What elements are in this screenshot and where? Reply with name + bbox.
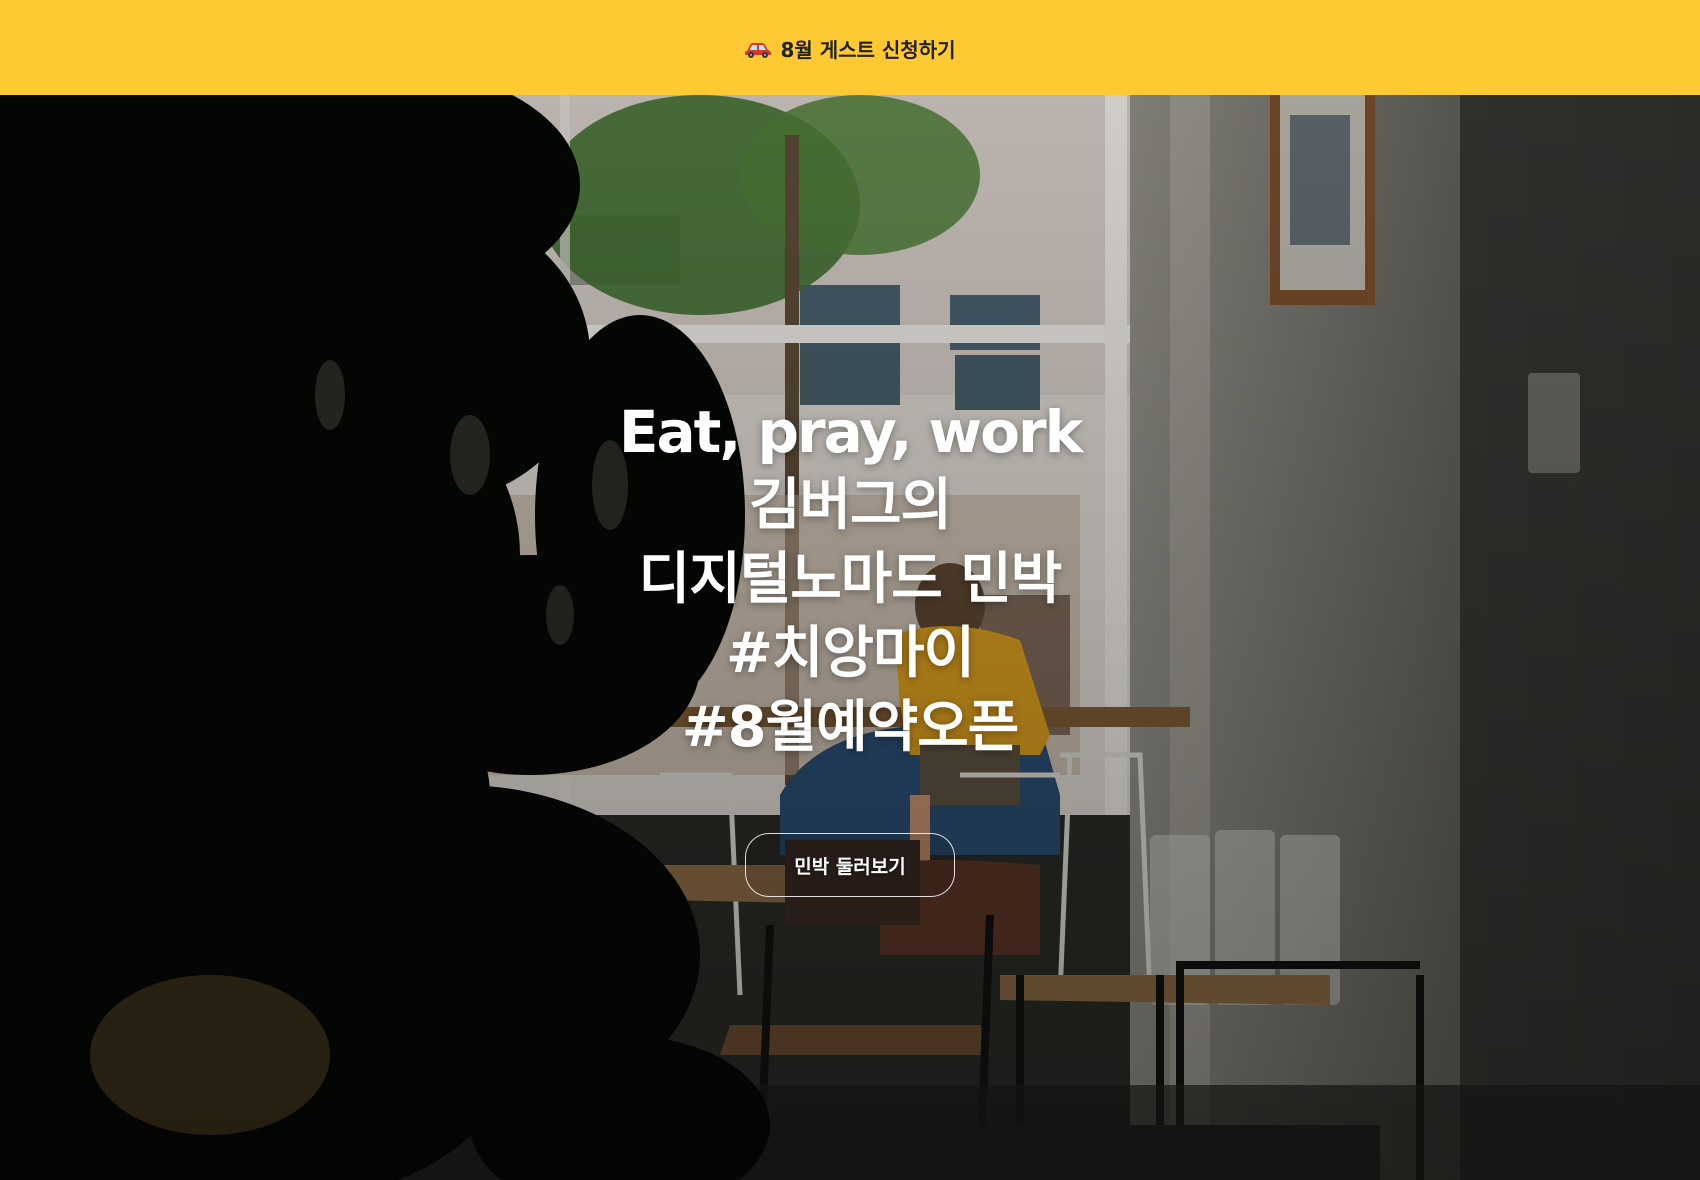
- hero-title-line-2: 김버그의: [748, 473, 952, 538]
- hero-title: Eat, pray, work 김버그의 디지털노마드 민박 #치앙마이 #8월…: [0, 395, 1700, 765]
- hero-section: Eat, pray, work 김버그의 디지털노마드 민박 #치앙마이 #8월…: [0, 95, 1700, 1180]
- announcement-bar: 8월 게스트 신청하기: [0, 0, 1700, 95]
- page: 8월 게스트 신청하기 Eat, pray, work 김버그의 디지털노마드 …: [0, 0, 1700, 1180]
- browse-guesthouse-button[interactable]: 민박 둘러보기: [745, 833, 955, 897]
- hero-title-line-5: #8월예약오픈: [681, 695, 1020, 760]
- hero-title-line-4: #치앙마이: [725, 621, 975, 686]
- announcement-text: 8월 게스트 신청하기: [780, 38, 956, 62]
- hero-content: Eat, pray, work 김버그의 디지털노마드 민박 #치앙마이 #8월…: [0, 95, 1700, 1180]
- car-icon: [745, 42, 772, 58]
- hero-title-line-1: Eat, pray, work: [618, 398, 1083, 466]
- hero-title-line-3: 디지털노마드 민박: [638, 547, 1063, 612]
- guest-application-link[interactable]: 8월 게스트 신청하기: [744, 34, 956, 63]
